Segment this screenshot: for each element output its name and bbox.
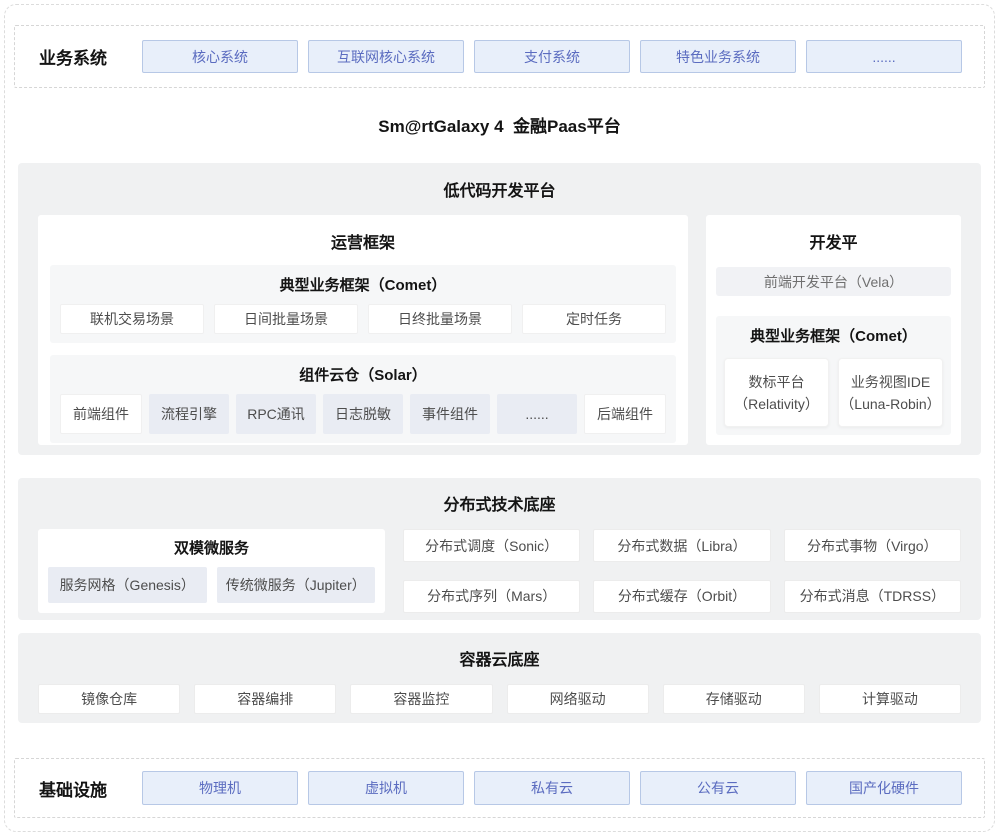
container-orchestration: 容器编排: [194, 684, 336, 714]
distributed-scheduling-sonic: 分布式调度（Sonic）: [403, 529, 580, 562]
traditional-microservice-jupiter: 传统微服务（Jupiter）: [217, 567, 376, 603]
business-systems-row: 核心系统 互联网核心系统 支付系统 特色业务系统 ......: [142, 40, 962, 73]
solar-subpanel: 组件云仓（Solar） 前端组件 流程引擎 RPC通讯 日志脱敏 事件组件 ..…: [50, 355, 676, 443]
dev-comet-subpanel: 典型业务框架（Comet） 数标平台 （Relativity） 业务视图IDE …: [716, 316, 951, 435]
distributed-base-panel: 分布式技术底座 双模微服务 服务网格（Genesis） 传统微服务（Jupite…: [18, 478, 981, 620]
vela-frontend-platform: 前端开发平台（Vela）: [716, 267, 951, 296]
distributed-message-tdrss: 分布式消息（TDRSS）: [784, 580, 961, 613]
infra-domestic-hardware: 国产化硬件: [806, 771, 962, 805]
relativity-platform: 数标平台 （Relativity）: [724, 358, 829, 427]
distributed-transaction-virgo: 分布式事物（Virgo）: [784, 529, 961, 562]
component-frontend: 前端组件: [60, 394, 142, 434]
distributed-sequence-mars: 分布式序列（Mars）: [403, 580, 580, 613]
dev-comet-title: 典型业务框架（Comet）: [724, 325, 943, 346]
dev-platform-title: 开发平: [716, 229, 951, 253]
distributed-services-grid: 分布式调度（Sonic） 分布式数据（Libra） 分布式事物（Virgo） 分…: [403, 529, 961, 613]
dev-comet-row: 数标平台 （Relativity） 业务视图IDE （Luna-Robin）: [724, 358, 943, 427]
component-event: 事件组件: [410, 394, 490, 434]
scene-scheduled-task: 定时任务: [522, 304, 666, 334]
scene-daytime-batch: 日间批量场景: [214, 304, 358, 334]
infra-virtual-machine: 虚拟机: [308, 771, 464, 805]
business-system-special: 特色业务系统: [640, 40, 796, 73]
distributed-cache-orbit: 分布式缓存（Orbit）: [593, 580, 770, 613]
low-code-platform-body: 运营框架 典型业务框架（Comet） 联机交易场景 日间批量场景 日终批量场景 …: [38, 215, 961, 445]
page-title: Sm@rtGalaxy 4 金融Paas平台: [0, 112, 999, 137]
solar-components-row: 前端组件 流程引擎 RPC通讯 日志脱敏 事件组件 ...... 后端组件: [60, 394, 666, 434]
business-system-payment: 支付系统: [474, 40, 630, 73]
component-rpc: RPC通讯: [236, 394, 316, 434]
distributed-base-body: 双模微服务 服务网格（Genesis） 传统微服务（Jupiter） 分布式调度…: [38, 529, 961, 613]
image-registry: 镜像仓库: [38, 684, 180, 714]
dual-mode-row: 服务网格（Genesis） 传统微服务（Jupiter）: [48, 567, 375, 603]
component-more: ......: [497, 394, 577, 434]
container-base-row: 镜像仓库 容器编排 容器监控 网络驱动 存储驱动 计算驱动: [38, 684, 961, 714]
business-systems-strip: 业务系统 核心系统 互联网核心系统 支付系统 特色业务系统 ......: [14, 25, 985, 88]
infrastructure-label: 基础设施: [39, 776, 109, 801]
low-code-platform-title: 低代码开发平台: [38, 177, 961, 201]
infra-public-cloud: 公有云: [640, 771, 796, 805]
luna-robin-codename: （Luna-Robin）: [840, 393, 940, 415]
operation-framework-title: 运营框架: [50, 229, 676, 253]
comet-framework-subpanel: 典型业务框架（Comet） 联机交易场景 日间批量场景 日终批量场景 定时任务: [50, 265, 676, 343]
comet-framework-title: 典型业务框架（Comet）: [60, 274, 666, 295]
storage-driver: 存储驱动: [663, 684, 805, 714]
business-systems-label: 业务系统: [39, 44, 109, 69]
luna-robin-ide: 业务视图IDE （Luna-Robin）: [838, 358, 943, 427]
dual-mode-title: 双模微服务: [48, 537, 375, 558]
network-driver: 网络驱动: [507, 684, 649, 714]
component-process-engine: 流程引擎: [149, 394, 229, 434]
container-monitoring: 容器监控: [350, 684, 492, 714]
luna-robin-name: 业务视图IDE: [851, 371, 930, 393]
component-log-masking: 日志脱敏: [323, 394, 403, 434]
relativity-name: 数标平台: [749, 371, 805, 393]
dual-mode-microservice-box: 双模微服务 服务网格（Genesis） 传统微服务（Jupiter）: [38, 529, 385, 613]
distributed-base-title: 分布式技术底座: [38, 491, 961, 515]
low-code-platform-panel: 低代码开发平台 运营框架 典型业务框架（Comet） 联机交易场景 日间批量场景…: [18, 163, 981, 455]
infra-physical-machine: 物理机: [142, 771, 298, 805]
compute-driver: 计算驱动: [819, 684, 961, 714]
solar-title: 组件云仓（Solar）: [60, 364, 666, 385]
relativity-codename: （Relativity）: [734, 393, 819, 415]
infrastructure-strip: 基础设施 物理机 虚拟机 私有云 公有云 国产化硬件: [14, 758, 985, 818]
infrastructure-row: 物理机 虚拟机 私有云 公有云 国产化硬件: [142, 771, 962, 805]
container-base-panel: 容器云底座 镜像仓库 容器编排 容器监控 网络驱动 存储驱动 计算驱动: [18, 633, 981, 723]
distributed-data-libra: 分布式数据（Libra）: [593, 529, 770, 562]
business-system-more: ......: [806, 40, 962, 73]
operation-framework-box: 运营框架 典型业务框架（Comet） 联机交易场景 日间批量场景 日终批量场景 …: [38, 215, 688, 445]
scene-endofday-batch: 日终批量场景: [368, 304, 512, 334]
business-system-core: 核心系统: [142, 40, 298, 73]
scene-online-trading: 联机交易场景: [60, 304, 204, 334]
service-mesh-genesis: 服务网格（Genesis）: [48, 567, 207, 603]
component-backend: 后端组件: [584, 394, 666, 434]
infra-private-cloud: 私有云: [474, 771, 630, 805]
business-system-internet-core: 互联网核心系统: [308, 40, 464, 73]
dev-platform-box: 开发平 前端开发平台（Vela） 典型业务框架（Comet） 数标平台 （Rel…: [706, 215, 961, 445]
container-base-title: 容器云底座: [38, 646, 961, 670]
comet-scenes-row: 联机交易场景 日间批量场景 日终批量场景 定时任务: [60, 304, 666, 334]
